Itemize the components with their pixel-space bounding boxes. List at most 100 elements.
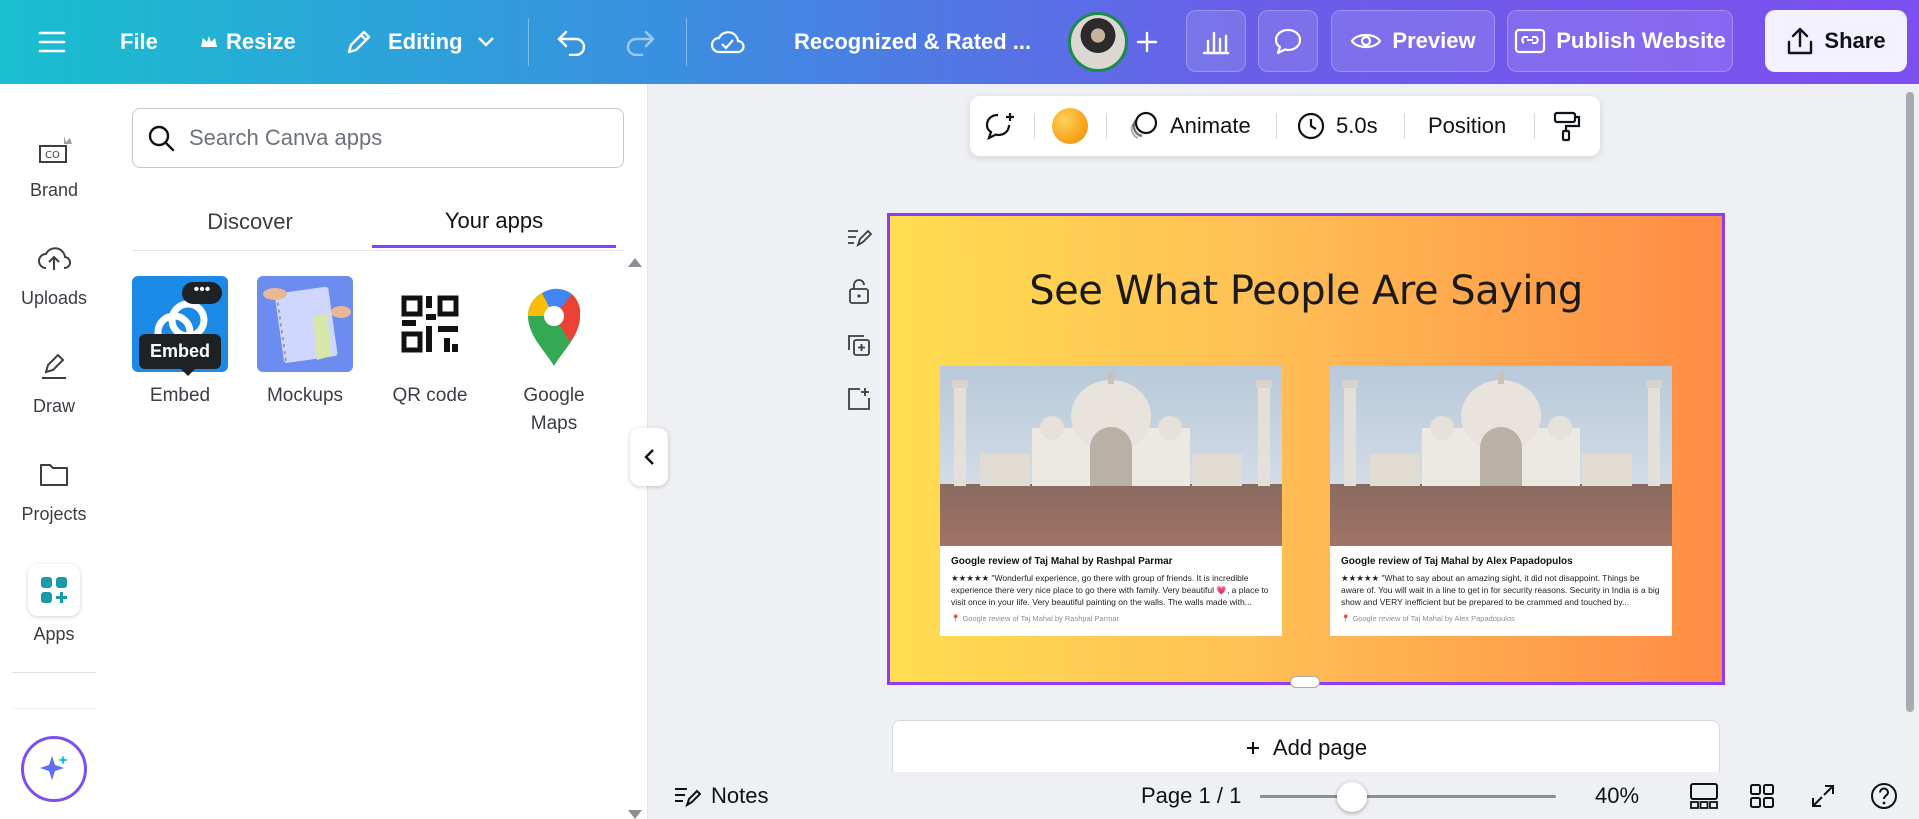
zoom-slider[interactable] xyxy=(1260,782,1556,812)
app-label: Google Maps xyxy=(523,385,585,434)
add-page-side-button[interactable] xyxy=(842,382,876,416)
location-pin-icon: 📍 xyxy=(1341,614,1351,623)
magic-assistant-button[interactable] xyxy=(21,736,87,802)
collapse-panel-button[interactable] xyxy=(630,428,668,486)
position-button[interactable]: Position xyxy=(1428,96,1506,156)
search-input[interactable] xyxy=(189,125,589,151)
clock-icon xyxy=(1297,112,1325,140)
cloud-check-icon xyxy=(710,31,745,54)
review-source-label: Google review of Taj Mahal by Alex Papad… xyxy=(1352,614,1515,623)
app-label: QR code xyxy=(392,385,468,406)
page-indicator-label: Page 1 / 1 xyxy=(1141,782,1242,808)
toolbar-divider xyxy=(1534,113,1535,139)
expand-icon xyxy=(1812,784,1834,807)
rail-divider xyxy=(12,672,96,673)
editing-mode-dropdown[interactable]: Editing xyxy=(344,0,495,84)
sparkle-icon xyxy=(40,755,68,780)
mockups-app-thumbnail xyxy=(257,276,353,372)
toolbar-divider xyxy=(528,18,529,66)
edit-lines-icon xyxy=(848,229,872,248)
rail-item-uploads[interactable]: Uploads xyxy=(0,236,108,309)
rail-item-label: Uploads xyxy=(20,288,88,308)
add-page-label: Add page xyxy=(1272,735,1368,760)
rail-item-label: Brand xyxy=(29,180,79,200)
search-box[interactable] xyxy=(132,108,624,168)
notes-icon xyxy=(675,787,701,807)
more-options-button[interactable]: ••• xyxy=(182,282,222,304)
redo-icon xyxy=(626,30,655,56)
resize-button[interactable]: Resize xyxy=(200,0,296,84)
tab-label: Discover xyxy=(207,209,293,234)
main-menu-button[interactable] xyxy=(38,0,66,84)
review-card[interactable]: Google review of Taj Mahal by Rashpal Pa… xyxy=(940,366,1282,636)
review-source: 📍 Google review of Taj Mahal by Rashpal … xyxy=(951,614,1271,623)
fullscreen-button[interactable] xyxy=(1810,772,1836,819)
animate-button[interactable]: Animate xyxy=(1128,96,1251,156)
document-title[interactable]: Recognized & Rated ... xyxy=(794,0,1031,84)
embed-tooltip: Embed xyxy=(139,334,222,376)
toolbar-divider xyxy=(1034,113,1035,139)
notes-button[interactable]: Notes xyxy=(673,772,768,819)
comments-button[interactable] xyxy=(1258,10,1318,72)
page-view-button[interactable] xyxy=(1689,772,1719,819)
page-indicator-button[interactable]: Page 1 / 1 xyxy=(1141,772,1241,819)
page-resize-handle[interactable] xyxy=(1290,676,1320,688)
file-menu-button[interactable]: File xyxy=(120,0,158,84)
lock-open-icon xyxy=(849,279,869,304)
publish-website-button[interactable]: Publish Website xyxy=(1507,10,1733,72)
review-text: ★★★★★ "What to say about an amazing sigh… xyxy=(1341,573,1660,607)
rail-item-apps[interactable]: Apps xyxy=(0,564,108,645)
review-card[interactable]: Google review of Taj Mahal by Alex Papad… xyxy=(1330,366,1672,636)
toolbar-divider xyxy=(1404,113,1405,139)
tab-your-apps[interactable]: Your apps xyxy=(372,196,616,248)
grid-view-button[interactable] xyxy=(1749,772,1775,819)
position-label: Position xyxy=(1428,113,1507,138)
animate-label: Animate xyxy=(1170,113,1251,138)
color-picker-button[interactable] xyxy=(1052,96,1088,156)
add-collaborator-button[interactable] xyxy=(1132,0,1162,84)
insights-button[interactable] xyxy=(1186,10,1246,72)
app-tile-google-maps[interactable]: Google Maps xyxy=(502,276,606,438)
app-tile-mockups[interactable]: Mockups xyxy=(253,276,357,410)
brand-icon: CO xyxy=(32,128,76,172)
undo-icon xyxy=(557,30,586,56)
duration-label: 5.0s xyxy=(1336,113,1378,138)
app-label: Mockups xyxy=(266,385,344,406)
save-status-button[interactable] xyxy=(710,0,746,84)
preview-button[interactable]: Preview xyxy=(1331,10,1495,72)
add-page-button[interactable]: Add page xyxy=(892,720,1720,776)
review-title: Google review of Taj Mahal by Alex Papad… xyxy=(1341,556,1573,567)
add-comment-button[interactable] xyxy=(984,96,1016,156)
tab-discover[interactable]: Discover xyxy=(128,196,372,248)
duplicate-page-button[interactable] xyxy=(842,328,876,362)
help-button[interactable] xyxy=(1869,772,1899,819)
element-context-toolbar: Animate 5.0s Position xyxy=(970,96,1600,156)
share-button[interactable]: Share xyxy=(1765,10,1907,72)
mockup-notebook-icon xyxy=(263,286,351,364)
scroll-up-arrow[interactable] xyxy=(628,258,642,267)
avatar[interactable] xyxy=(1068,12,1128,72)
website-link-icon xyxy=(1515,28,1546,54)
rail-item-projects[interactable]: Projects xyxy=(0,452,108,525)
scroll-down-arrow[interactable] xyxy=(628,810,642,819)
design-page[interactable]: See What People Are Saying Google review… xyxy=(887,213,1725,685)
zoom-slider-handle[interactable] xyxy=(1336,782,1367,812)
canvas-scrollbar[interactable] xyxy=(1906,92,1914,712)
review-source-label: Google review of Taj Mahal by Rashpal Pa… xyxy=(962,614,1120,623)
pencil-icon xyxy=(347,30,371,54)
duration-button[interactable]: 5.0s xyxy=(1296,96,1378,156)
copy-style-button[interactable] xyxy=(1552,96,1582,156)
rail-item-brand[interactable]: CO Brand xyxy=(0,128,108,201)
rail-item-draw[interactable]: Draw xyxy=(0,344,108,417)
map-pin-icon xyxy=(528,288,581,366)
redo-button[interactable] xyxy=(624,0,656,84)
apps-grid-icon xyxy=(28,564,80,616)
rail-item-label: Projects xyxy=(21,504,87,524)
app-tile-qr-code[interactable]: QR code xyxy=(378,276,482,410)
lock-button[interactable] xyxy=(842,274,876,308)
undo-button[interactable] xyxy=(556,0,588,84)
zoom-level-button[interactable]: 40% xyxy=(1595,772,1639,819)
edit-notes-button[interactable] xyxy=(842,220,876,254)
zoom-level-label: 40% xyxy=(1595,782,1640,808)
slide-heading[interactable]: See What People Are Saying xyxy=(890,268,1722,314)
